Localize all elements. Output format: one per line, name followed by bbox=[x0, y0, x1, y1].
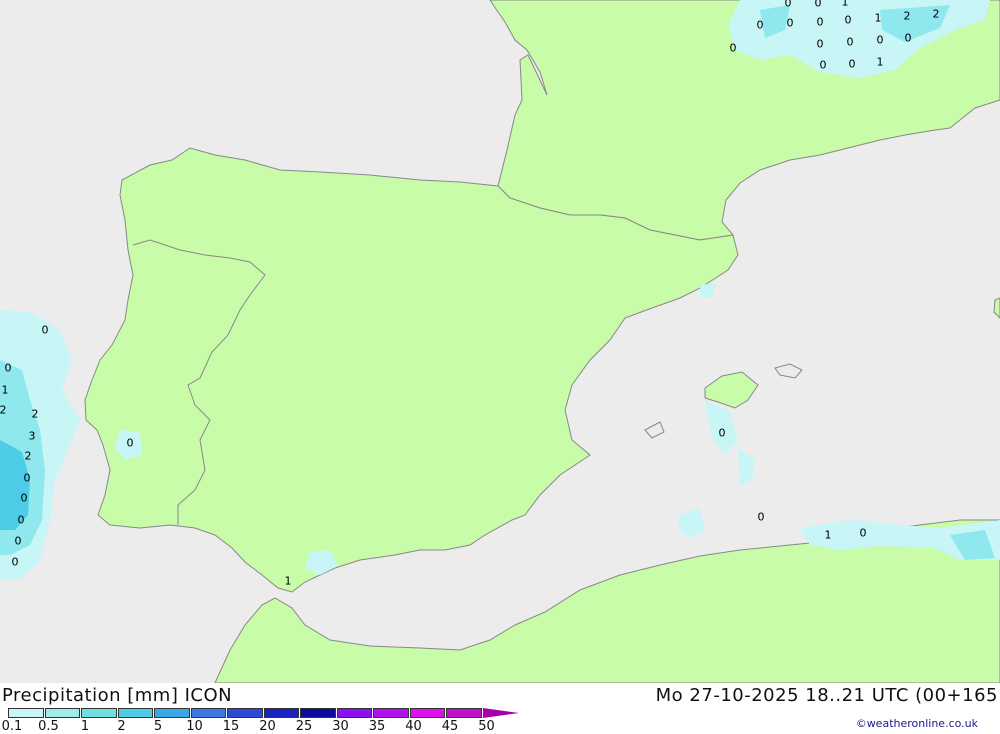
precip-value-label: 2 bbox=[932, 7, 940, 21]
precip-value-label: 2 bbox=[24, 449, 32, 463]
legend-tick-label: 15 bbox=[222, 719, 240, 734]
footer: Precipitation [mm] ICON Mo 27-10-2025 18… bbox=[0, 683, 1000, 734]
precip-value-label: 0 bbox=[126, 436, 134, 450]
legend-tick-label: 5 bbox=[153, 719, 163, 734]
legend-tick-labels: 0.1 0.5 1 2 5 10 15 20 25 30 35 40 45 50 bbox=[0, 719, 540, 734]
legend-swatch bbox=[446, 708, 482, 718]
precip-value-label: 0 bbox=[11, 555, 19, 569]
legend-tick-label: 20 bbox=[259, 719, 276, 734]
precip-value-label: 1 bbox=[824, 528, 832, 542]
precip-value-label: 1 bbox=[876, 55, 884, 69]
precip-value-label: 0 bbox=[784, 0, 792, 10]
precip-value-label: 0 bbox=[786, 16, 794, 30]
legend-swatch bbox=[81, 708, 117, 718]
map-canvas bbox=[0, 0, 1000, 683]
legend-colorbar bbox=[8, 708, 519, 718]
precip-value-label: 0 bbox=[876, 33, 884, 47]
precip-value-label: 1 bbox=[284, 574, 292, 588]
legend-swatch bbox=[117, 708, 153, 718]
legend-swatch bbox=[409, 708, 445, 718]
precip-value-label: 3 bbox=[28, 429, 36, 443]
legend-tick-label: 1 bbox=[80, 719, 90, 734]
legend-tick-label: 0.5 bbox=[38, 719, 59, 734]
precip-value-label: 0 bbox=[816, 15, 824, 29]
precip-value-label: 0 bbox=[756, 18, 764, 32]
precip-value-label: 0 bbox=[23, 471, 31, 485]
precip-value-label: 2 bbox=[0, 403, 7, 417]
precip-value-label: 0 bbox=[844, 13, 852, 27]
precip-value-label: 0 bbox=[729, 41, 737, 55]
legend-swatch bbox=[227, 708, 263, 718]
precip-value-label: 0 bbox=[4, 361, 12, 375]
precip-value-label: 1 bbox=[841, 0, 849, 9]
legend-swatch bbox=[263, 708, 299, 718]
precip-value-label: 0 bbox=[20, 491, 28, 505]
legend-tick-label: 45 bbox=[441, 719, 459, 734]
legend-swatch bbox=[190, 708, 226, 718]
credit-link[interactable]: ©weatheronline.co.uk bbox=[856, 717, 978, 730]
precip-value-label: 0 bbox=[846, 35, 854, 49]
legend-tick-label: 25 bbox=[295, 719, 313, 734]
precip-value-label: 0 bbox=[904, 31, 912, 45]
precipitation-map[interactable]: 0 0 0 0 1 2 2 0 0 0 0 0 0 0 1 0 0 1 0 0 1 2 2 3 2 0 0 0 0 0 0 1 0 0 1 0 bbox=[0, 0, 1000, 683]
legend-tick-label: 2 bbox=[117, 719, 126, 734]
legend-tick-label: 0.1 bbox=[1, 719, 23, 734]
legend-swatch bbox=[373, 708, 409, 718]
legend-swatch bbox=[8, 708, 44, 718]
precip-value-label: 0 bbox=[17, 513, 25, 527]
precip-value-label: 0 bbox=[816, 37, 824, 51]
precip-value-label: 1 bbox=[874, 11, 882, 25]
legend-swatch bbox=[336, 708, 372, 718]
precip-value-label: 0 bbox=[814, 0, 822, 10]
legend-tick-label: 10 bbox=[186, 719, 203, 734]
legend-overflow-arrow bbox=[482, 708, 519, 718]
precip-value-label: 0 bbox=[859, 526, 867, 540]
precip-value-label: 2 bbox=[903, 9, 911, 23]
precip-value-label: 0 bbox=[848, 57, 856, 71]
precip-value-label: 2 bbox=[31, 407, 39, 421]
map-title: Precipitation [mm] ICON bbox=[2, 685, 233, 706]
legend-swatch bbox=[154, 708, 190, 718]
legend-swatch bbox=[300, 708, 336, 718]
precip-value-label: 0 bbox=[819, 58, 827, 72]
precip-value-label: 0 bbox=[41, 323, 49, 337]
legend-tick-label: 35 bbox=[368, 719, 386, 734]
legend-swatch bbox=[44, 708, 80, 718]
precip-value-label: 1 bbox=[1, 383, 9, 397]
legend-tick-label: 30 bbox=[332, 719, 349, 734]
forecast-datetime: Mo 27-10-2025 18..21 UTC (00+165 bbox=[655, 685, 998, 706]
legend-tick-label: 40 bbox=[405, 719, 422, 734]
precip-value-label: 0 bbox=[718, 426, 726, 440]
precip-value-label: 0 bbox=[757, 510, 765, 524]
legend-tick-label: 50 bbox=[478, 719, 495, 734]
precip-value-label: 0 bbox=[14, 534, 22, 548]
